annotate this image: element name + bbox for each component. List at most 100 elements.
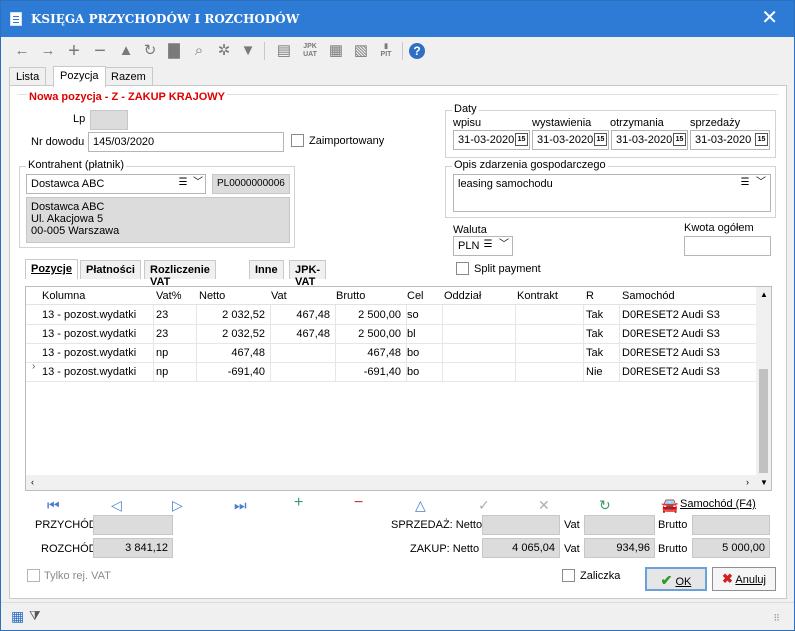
chevron-down-icon[interactable]: ﹀: [190, 175, 206, 191]
table-cell: 2 032,52: [222, 328, 265, 340]
col-vat[interactable]: Vat: [271, 290, 287, 302]
table-cell: 23: [156, 309, 169, 321]
col-kontrakt[interactable]: Kontrakt: [517, 290, 558, 302]
chevron-down-icon[interactable]: ﹀: [753, 175, 769, 191]
refresh-row-icon[interactable]: ↻: [599, 497, 611, 514]
date-value: 31-03-2020: [616, 134, 673, 146]
refresh-icon[interactable]: ↻: [139, 40, 161, 62]
check-icon: ✔: [660, 572, 673, 588]
cancel-icon[interactable]: ✕: [538, 497, 550, 514]
remove-icon[interactable]: −: [89, 40, 111, 62]
list-icon[interactable]: ☰: [175, 175, 191, 191]
ok-button[interactable]: ✔ OK: [645, 567, 707, 591]
zaimportowany-label: Zaimportowany: [309, 135, 385, 147]
table-row[interactable]: 13 - pozost.wydatki 23 2 032,52 467,48 2 500…: [26, 306, 757, 325]
grid-column-divider: [153, 305, 154, 381]
table-cell: 13 - pozost.wydatki: [42, 328, 137, 340]
delete-row-icon[interactable]: −: [354, 494, 363, 512]
col-r[interactable]: R: [586, 290, 594, 302]
table-row[interactable]: 13 - pozost.wydatki np 467,48 467,48 bo Tak D0…: [26, 344, 757, 363]
col-oddzial[interactable]: Oddział: [444, 290, 481, 302]
calendar-icon[interactable]: 15: [755, 133, 768, 146]
grid-column-divider: [196, 305, 197, 381]
print-icon[interactable]: ▇: [163, 40, 185, 62]
prev-record-icon[interactable]: ◁: [111, 497, 122, 514]
preview-icon[interactable]: ⌕: [188, 40, 210, 62]
calendar-icon[interactable]: 15: [673, 133, 686, 146]
col-brutto[interactable]: Brutto: [336, 290, 365, 302]
data-wpisu-input[interactable]: 31-03-2020 15: [453, 130, 530, 150]
scroll-down-icon[interactable]: ▼: [760, 478, 768, 487]
subtab-platnosci[interactable]: Płatności: [80, 260, 141, 279]
subtab-rozliczenie-vat[interactable]: Rozliczenie VAT: [144, 260, 216, 288]
approve-icon[interactable]: △: [415, 497, 426, 514]
table-cell: np: [156, 347, 169, 359]
settings-icon[interactable]: ✲: [213, 40, 235, 62]
help-icon[interactable]: ?: [409, 43, 425, 59]
chevron-down-icon[interactable]: ﹀: [496, 237, 512, 253]
confirm-icon[interactable]: ✓: [478, 497, 490, 514]
add-icon[interactable]: +: [63, 40, 85, 62]
col-kolumna[interactable]: Kolumna: [42, 290, 85, 302]
grid-column-divider: [270, 305, 271, 381]
resize-grip-icon[interactable]: ⠿: [773, 613, 780, 624]
zaliczka-checkbox[interactable]: [562, 569, 575, 582]
list-icon[interactable]: ☰: [480, 237, 496, 253]
last-record-icon[interactable]: ⏭: [234, 497, 247, 514]
scroll-right-icon[interactable]: ›: [746, 477, 749, 487]
opis-input[interactable]: leasing samochodu: [453, 174, 771, 212]
close-button[interactable]: ✕: [761, 7, 778, 29]
tylko-vat-checkbox[interactable]: [27, 569, 40, 582]
tab-pozycja[interactable]: Pozycja: [53, 66, 106, 87]
subtab-pozycje[interactable]: Pozycje: [25, 259, 78, 279]
przychod-label: PRZYCHÓD: [35, 519, 97, 531]
samochod-button[interactable]: Samochód (F4): [680, 498, 756, 510]
col-vat-percent[interactable]: Vat%: [156, 290, 181, 302]
subtab-jpk-vat[interactable]: JPK-VAT: [289, 260, 327, 288]
document-refresh-icon[interactable]: ▧: [350, 40, 372, 62]
approve-triangle-icon[interactable]: ▲: [115, 40, 137, 62]
zaimportowany-checkbox[interactable]: [291, 134, 304, 147]
data-otrzymania-input[interactable]: 31-03-2020 15: [611, 130, 688, 150]
calendar-icon[interactable]: 15: [515, 133, 528, 146]
split-payment-checkbox[interactable]: [456, 262, 469, 275]
nr-dowodu-input[interactable]: 145/03/2020: [88, 132, 284, 152]
col-samochod[interactable]: Samochód: [622, 290, 675, 302]
back-arrow-icon[interactable]: ←: [11, 40, 33, 62]
subtab-inne[interactable]: Inne: [249, 260, 284, 279]
filter-icon[interactable]: ▼: [237, 40, 259, 62]
anuluj-button[interactable]: ✖ Anuluj: [712, 567, 776, 591]
col-cel[interactable]: Cel: [407, 290, 424, 302]
tab-razem[interactable]: Razem: [104, 67, 153, 86]
document-icon[interactable]: ▤: [273, 40, 295, 62]
kwota-ogolem-input[interactable]: [684, 236, 771, 256]
car-icon[interactable]: 🚘: [661, 497, 678, 514]
calendar-icon[interactable]: 15: [594, 133, 607, 146]
pit-icon[interactable]: ▮ PIT: [375, 40, 397, 62]
scroll-thumb[interactable]: [759, 369, 768, 473]
scroll-up-icon[interactable]: ▲: [760, 290, 768, 299]
vertical-scrollbar[interactable]: ▲ ▼: [756, 287, 771, 490]
list-icon[interactable]: ☰: [737, 175, 753, 191]
first-record-icon[interactable]: ⏮: [47, 497, 60, 514]
data-wystawienia-input[interactable]: 31-03-2020 15: [532, 130, 609, 150]
forward-arrow-icon[interactable]: →: [37, 40, 59, 62]
table-row[interactable]: 13 - pozost.wydatki 23 2 032,52 467,48 2 500…: [26, 325, 757, 344]
jpk-uat-icon[interactable]: JPK UAT: [299, 40, 321, 62]
horizontal-scrollbar[interactable]: ‹ ›: [26, 475, 757, 490]
grid-column-divider: [515, 305, 516, 381]
next-record-icon[interactable]: ▷: [172, 497, 183, 514]
sprzedaz-vat-field: [584, 515, 655, 535]
tab-lista[interactable]: Lista: [9, 67, 47, 86]
data-sprzedazy-input[interactable]: 31-03-2020 15: [690, 130, 770, 150]
sprzedaz-netto-label: SPRZEDAŻ: Netto: [391, 519, 483, 531]
table-cell: 467,48: [296, 309, 330, 321]
table-row[interactable]: 13 - pozost.wydatki np -691,40 -691,40 bo Nie…: [26, 363, 757, 382]
document-export-icon[interactable]: ▦: [325, 40, 347, 62]
table-cell: 2 500,00: [358, 328, 401, 340]
add-row-icon[interactable]: +: [294, 494, 303, 512]
scroll-left-icon[interactable]: ‹: [31, 477, 34, 487]
table-icon[interactable]: ▦: [11, 608, 24, 625]
col-netto[interactable]: Netto: [199, 290, 225, 302]
filter-settings-icon[interactable]: ⧩: [29, 608, 41, 624]
